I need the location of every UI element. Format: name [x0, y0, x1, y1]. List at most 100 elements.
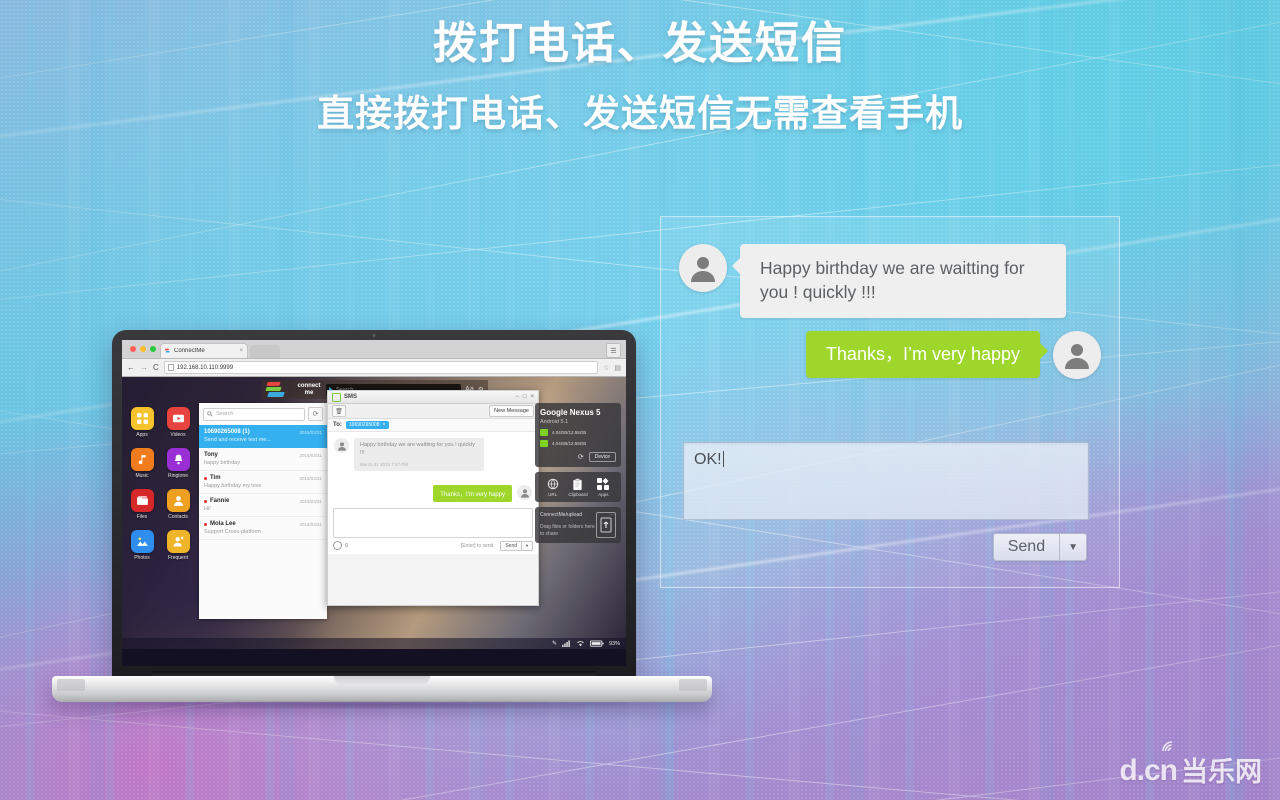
sms-conversation-body: Happy birthday we are waitting for you !… — [328, 432, 538, 554]
conversation-search-placeholder: Search — [216, 411, 234, 417]
drop-upload-icon[interactable] — [596, 512, 616, 538]
refresh-icon[interactable]: ⟳ — [308, 407, 323, 421]
sms-to-row: To: 10690265008 × — [328, 419, 538, 432]
sms-to-label: To: — [333, 422, 342, 428]
sms-message-input[interactable] — [333, 508, 533, 538]
conversation-date: 2015/03/31 — [299, 475, 322, 481]
tool-label: Clipboard — [568, 492, 588, 497]
logo-line-2: me — [304, 389, 314, 396]
sms-recipient-chip[interactable]: 10690265008 × — [345, 421, 390, 429]
person-avatar-icon — [1053, 331, 1101, 379]
trash-icon[interactable]: 🗑 — [332, 405, 346, 417]
window-close-dot[interactable] — [130, 346, 136, 352]
dock-item-frequent[interactable]: Frequent — [164, 530, 192, 561]
window-minimize-dot[interactable] — [140, 346, 146, 352]
dock-item-ringtone[interactable]: Ringtone — [164, 448, 192, 479]
sms-window-title: SMS — [344, 394, 358, 400]
chat-message-input[interactable]: OK! — [683, 442, 1089, 520]
logo-line-1: connect — [297, 382, 321, 389]
conversation-item[interactable]: Tim 2015/03/31 Happy birthday my love — [199, 471, 327, 494]
star-icon[interactable]: ☆ — [603, 364, 609, 372]
chat-preview-panel: Happy birthday we are waitting for you !… — [660, 216, 1120, 588]
sms-send-button[interactable]: Send — [501, 542, 521, 550]
connectme-favicon-icon — [165, 348, 170, 353]
sms-enter-hint: [Enter] to send — [460, 542, 494, 549]
tool-item-clipboard[interactable]: Clipboard — [565, 477, 590, 497]
dock-item-files[interactable]: Files — [128, 489, 156, 520]
hamburger-menu-icon[interactable]: ▤ — [614, 364, 621, 372]
photo-icon — [130, 530, 154, 553]
connectme-app: connect me Search Aa ⚙ — [122, 377, 626, 649]
dock-label: Contacts — [168, 514, 188, 520]
contact-icon — [166, 489, 190, 512]
close-icon[interactable]: × — [239, 348, 243, 354]
chat-send-button-group[interactable]: Send ▼ — [992, 533, 1087, 561]
conversation-item[interactable]: Fannie 2015/03/31 Hi! — [199, 494, 327, 517]
device-info-panel: Google Nexus 5 Android 5.1 4.04GB/12.55G… — [535, 403, 621, 543]
browser-address-input[interactable]: 192.168.10.110:9999 — [163, 361, 599, 374]
sms-toolbar: 🗑 New Message — [328, 404, 538, 419]
chat-send-button[interactable]: Send — [994, 534, 1059, 560]
maximize-icon[interactable]: □ — [523, 394, 527, 400]
device-storage-value: 4.04GB/12.55GB — [552, 430, 587, 435]
clipboard-icon — [565, 477, 590, 491]
window-maximize-dot[interactable] — [150, 346, 156, 352]
minimize-icon[interactable]: − — [515, 394, 519, 400]
conversation-search-input[interactable]: Search — [203, 407, 305, 421]
device-button[interactable]: Device — [588, 452, 616, 462]
conversation-head: Tony 2015/03/31 — [204, 452, 322, 458]
close-icon[interactable]: × — [530, 394, 534, 400]
dock-item-music[interactable]: Music — [128, 448, 156, 479]
sms-send-button-group[interactable]: Send ▼ — [500, 540, 533, 551]
tool-item-url[interactable]: URL — [540, 477, 565, 497]
arrow-right-icon[interactable]: → — [140, 363, 148, 372]
conversation-preview: Support Cross-platform — [204, 529, 261, 535]
storage-bar-icon — [540, 429, 548, 436]
dock-item-contacts[interactable]: Contacts — [164, 489, 192, 520]
drop-hint-text: Drag files or folders here to share — [540, 524, 595, 537]
conversation-preview: Happy birthday my love — [204, 483, 262, 489]
tool-label: URL — [548, 492, 558, 497]
link-icon — [540, 477, 565, 491]
star-user-icon — [166, 530, 190, 553]
browser-tab-connectme[interactable]: ConnectMe × — [160, 343, 248, 358]
app-dock: Apps Videos Music Ringtone Files Contact… — [128, 407, 198, 571]
new-message-button[interactable]: New Message — [489, 405, 534, 417]
dock-label: Ringtone — [167, 473, 188, 479]
conversation-item[interactable]: Mola Lee 2015/03/31 Support Cross-platfo… — [199, 517, 327, 540]
sms-square-icon — [332, 392, 341, 402]
conversation-item[interactable]: 10690265008 (1) 2015/03/31 Send and rece… — [199, 425, 327, 448]
unread-dot-icon — [204, 499, 207, 503]
conversation-name: Tony — [204, 452, 218, 458]
chip-remove-icon[interactable]: × — [382, 422, 385, 428]
dock-item-apps[interactable]: Apps — [128, 407, 156, 438]
conversation-date: 2015/03/31 — [299, 452, 322, 458]
tool-item-apps[interactable]: Apps — [591, 477, 616, 497]
chevron-down-icon[interactable]: ▼ — [1059, 534, 1086, 560]
wifi-wave-icon — [1162, 741, 1173, 752]
upload-card: ConnectMe/upload ··· Drag files or folde… — [535, 507, 621, 543]
refresh-icon[interactable]: ⟳ — [578, 453, 584, 461]
user-profile-icon[interactable]: ☰ — [606, 343, 621, 358]
wifi-icon — [577, 641, 584, 647]
sms-footer: 0 [Enter] to send Send ▼ — [333, 540, 533, 551]
arrow-left-icon[interactable]: ← — [127, 363, 135, 372]
apps-grid-icon — [130, 407, 154, 430]
conversation-item[interactable]: Tony 2015/03/31 happy birthday — [199, 448, 327, 471]
dock-item-videos[interactable]: Videos — [164, 407, 192, 438]
dock-label: Music — [135, 473, 149, 479]
reload-icon[interactable]: C — [153, 363, 159, 372]
phone-status-bar: ✎ 93% — [122, 638, 626, 649]
video-play-icon — [166, 407, 190, 430]
chevron-down-icon[interactable]: ▼ — [521, 541, 532, 550]
emoji-icon[interactable] — [333, 541, 342, 550]
dock-item-photos[interactable]: Photos — [128, 530, 156, 561]
page-title: 拨打电话、发送短信 — [433, 19, 847, 68]
browser-new-tab-button[interactable] — [250, 345, 280, 358]
chat-outgoing-row: Thanks，I’m very happy — [805, 331, 1101, 379]
page-info-icon — [167, 364, 174, 371]
dock-label: Files — [136, 514, 148, 520]
conversation-head: Fannie 2015/03/31 — [204, 498, 322, 504]
person-avatar-icon — [334, 438, 349, 453]
laptop-shadow — [72, 700, 692, 710]
